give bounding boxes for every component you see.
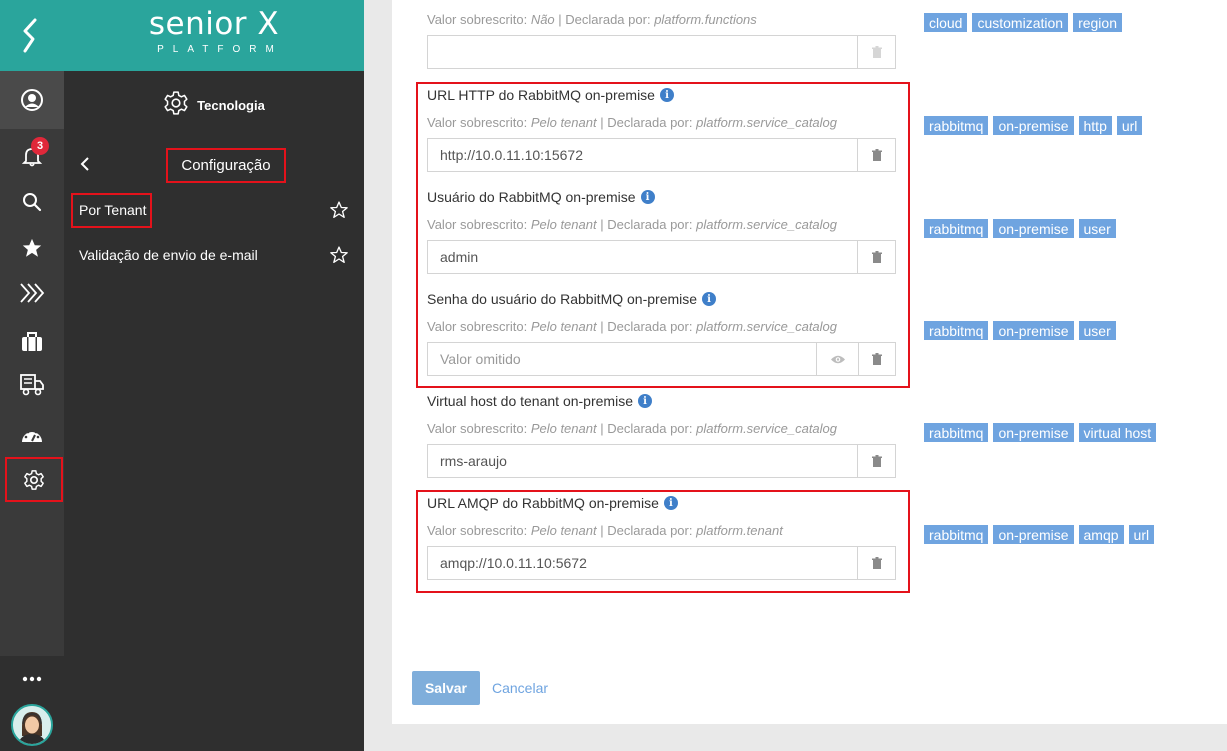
info-icon[interactable]: i: [659, 88, 674, 102]
notification-badge: 3: [31, 137, 49, 155]
cancel-button[interactable]: Cancelar: [492, 671, 548, 705]
field-meta: Valor sobrescrito: Pelo tenant | Declara…: [427, 217, 838, 232]
highlight-frame: [71, 193, 152, 228]
senior-logo-icon[interactable]: [0, 0, 64, 71]
config-panel: Valor sobrescrito: Não | Declarada por: …: [392, 0, 1227, 724]
tag[interactable]: http: [1078, 116, 1112, 135]
tag[interactable]: virtual host: [1078, 423, 1157, 442]
config-field-functions: Valor sobrescrito: Não | Declarada por: …: [427, 12, 897, 69]
field-value-input[interactable]: amqp://10.0.11.10:5672: [428, 547, 858, 579]
config-field-virtual-host: Virtual host do tenant on-premise i Valor…: [427, 391, 897, 478]
trash-icon[interactable]: [858, 445, 895, 477]
trash-icon[interactable]: [858, 241, 895, 273]
tag[interactable]: region: [1073, 13, 1122, 32]
field-meta: Valor sobrescrito: Pelo tenant | Declara…: [427, 421, 838, 436]
settings-gear-icon[interactable]: [5, 457, 63, 502]
brand-sub: PLATFORM: [157, 44, 283, 55]
user-avatar[interactable]: [11, 704, 53, 746]
nav-section-header: Tecnologia: [64, 88, 364, 122]
user-profile-icon[interactable]: [0, 71, 64, 129]
save-button[interactable]: Salvar: [412, 671, 480, 705]
config-field-password: Senha do usuário do RabbitMQ on-premise i…: [427, 289, 897, 376]
nav-item-validacao-email[interactable]: Validação de envio de e-mail: [79, 243, 349, 267]
back-chevron-icon[interactable]: [78, 154, 92, 174]
field-value-input[interactable]: rms-araujo: [428, 445, 858, 477]
tag[interactable]: cloud: [924, 13, 968, 32]
tag[interactable]: user: [1078, 321, 1116, 340]
tag[interactable]: on-premise: [993, 116, 1074, 135]
icon-rail: 3: [0, 0, 64, 751]
favorite-star-icon[interactable]: [329, 200, 349, 223]
info-icon[interactable]: i: [702, 292, 717, 306]
field-value-input[interactable]: [428, 36, 858, 68]
field-label: Usuário do RabbitMQ on-premise i: [427, 187, 897, 207]
config-field-http-url: URL HTTP do RabbitMQ on-premise i Valor s…: [427, 85, 897, 172]
config-field-user: Usuário do RabbitMQ on-premise i Valor so…: [427, 187, 897, 274]
field-meta: Valor sobrescrito: Pelo tenant | Declara…: [427, 319, 838, 334]
field-input-row: http://10.0.11.10:15672: [427, 138, 896, 172]
tag[interactable]: url: [1116, 116, 1143, 135]
tag[interactable]: amqp: [1078, 525, 1124, 544]
nav-section-label: Tecnologia: [197, 97, 265, 113]
tag[interactable]: rabbitmq: [924, 321, 989, 340]
field-meta: Valor sobrescrito: Não | Declarada por: …: [427, 12, 757, 27]
field-tags: rabbitmq on-premise virtual host: [924, 423, 1157, 442]
field-input-row: Valor omitido: [427, 342, 896, 376]
nav-current-title: Configuração: [166, 148, 286, 183]
field-label: URL HTTP do RabbitMQ on-premise i: [427, 85, 897, 105]
config-field-amqp-url: URL AMQP do RabbitMQ on-premise i Valor s…: [427, 493, 897, 580]
field-input-row: amqp://10.0.11.10:5672: [427, 546, 896, 580]
field-tags: rabbitmq on-premise http url: [924, 116, 1143, 135]
field-input-row: rms-araujo: [427, 444, 896, 478]
field-label: Virtual host do tenant on-premise i: [427, 391, 897, 411]
tag[interactable]: rabbitmq: [924, 423, 989, 442]
nav-item-por-tenant[interactable]: Por Tenant: [71, 193, 349, 228]
eye-icon[interactable]: [817, 343, 858, 375]
gear-icon: [163, 90, 189, 121]
tag[interactable]: rabbitmq: [924, 116, 989, 135]
field-value-input[interactable]: http://10.0.11.10:15672: [428, 139, 858, 171]
field-input-row: admin: [427, 240, 896, 274]
nav-item-label: Validação de envio de e-mail: [79, 247, 258, 263]
tag[interactable]: rabbitmq: [924, 525, 989, 544]
field-tags: rabbitmq on-premise user: [924, 321, 1116, 340]
info-icon[interactable]: i: [637, 394, 652, 408]
secondary-nav: senior X PLATFORM Tecnologia Configuraçã…: [64, 0, 364, 751]
search-icon[interactable]: [0, 184, 64, 220]
tag[interactable]: on-premise: [993, 525, 1074, 544]
tag[interactable]: on-premise: [993, 321, 1074, 340]
field-label: URL AMQP do RabbitMQ on-premise i: [427, 493, 897, 513]
field-meta: Valor sobrescrito: Pelo tenant | Declara…: [427, 115, 838, 130]
info-icon[interactable]: i: [640, 190, 655, 204]
dashboard-gauge-icon[interactable]: [0, 416, 64, 452]
brand-name: senior X: [148, 6, 280, 42]
tag[interactable]: rabbitmq: [924, 219, 989, 238]
star-icon[interactable]: [0, 230, 64, 266]
field-meta: Valor sobrescrito: Pelo tenant | Declara…: [427, 523, 783, 538]
tag[interactable]: url: [1128, 525, 1155, 544]
brand-header[interactable]: senior X PLATFORM: [64, 0, 364, 71]
tag[interactable]: user: [1078, 219, 1116, 238]
trash-icon[interactable]: [858, 36, 895, 68]
favorite-star-icon[interactable]: [329, 245, 349, 268]
field-tags: rabbitmq on-premise user: [924, 219, 1116, 238]
field-value-input[interactable]: admin: [428, 241, 858, 273]
field-tags: rabbitmq on-premise amqp url: [924, 525, 1155, 544]
more-options-icon[interactable]: [0, 661, 64, 697]
tag[interactable]: on-premise: [993, 423, 1074, 442]
briefcase-icon[interactable]: [0, 324, 64, 360]
field-input-row: [427, 35, 896, 69]
tag[interactable]: customization: [972, 13, 1069, 32]
password-input[interactable]: Valor omitido: [428, 343, 817, 375]
processes-chevrons-icon[interactable]: [0, 275, 64, 311]
truck-icon[interactable]: [0, 367, 64, 403]
field-tags: cloud customization region: [924, 13, 1122, 32]
field-label: Senha do usuário do RabbitMQ on-premise i: [427, 289, 897, 309]
tag[interactable]: on-premise: [993, 219, 1074, 238]
bell-icon[interactable]: 3: [0, 137, 64, 174]
trash-icon[interactable]: [858, 547, 895, 579]
trash-icon[interactable]: [858, 139, 895, 171]
trash-icon[interactable]: [858, 343, 895, 375]
info-icon[interactable]: i: [663, 496, 678, 510]
